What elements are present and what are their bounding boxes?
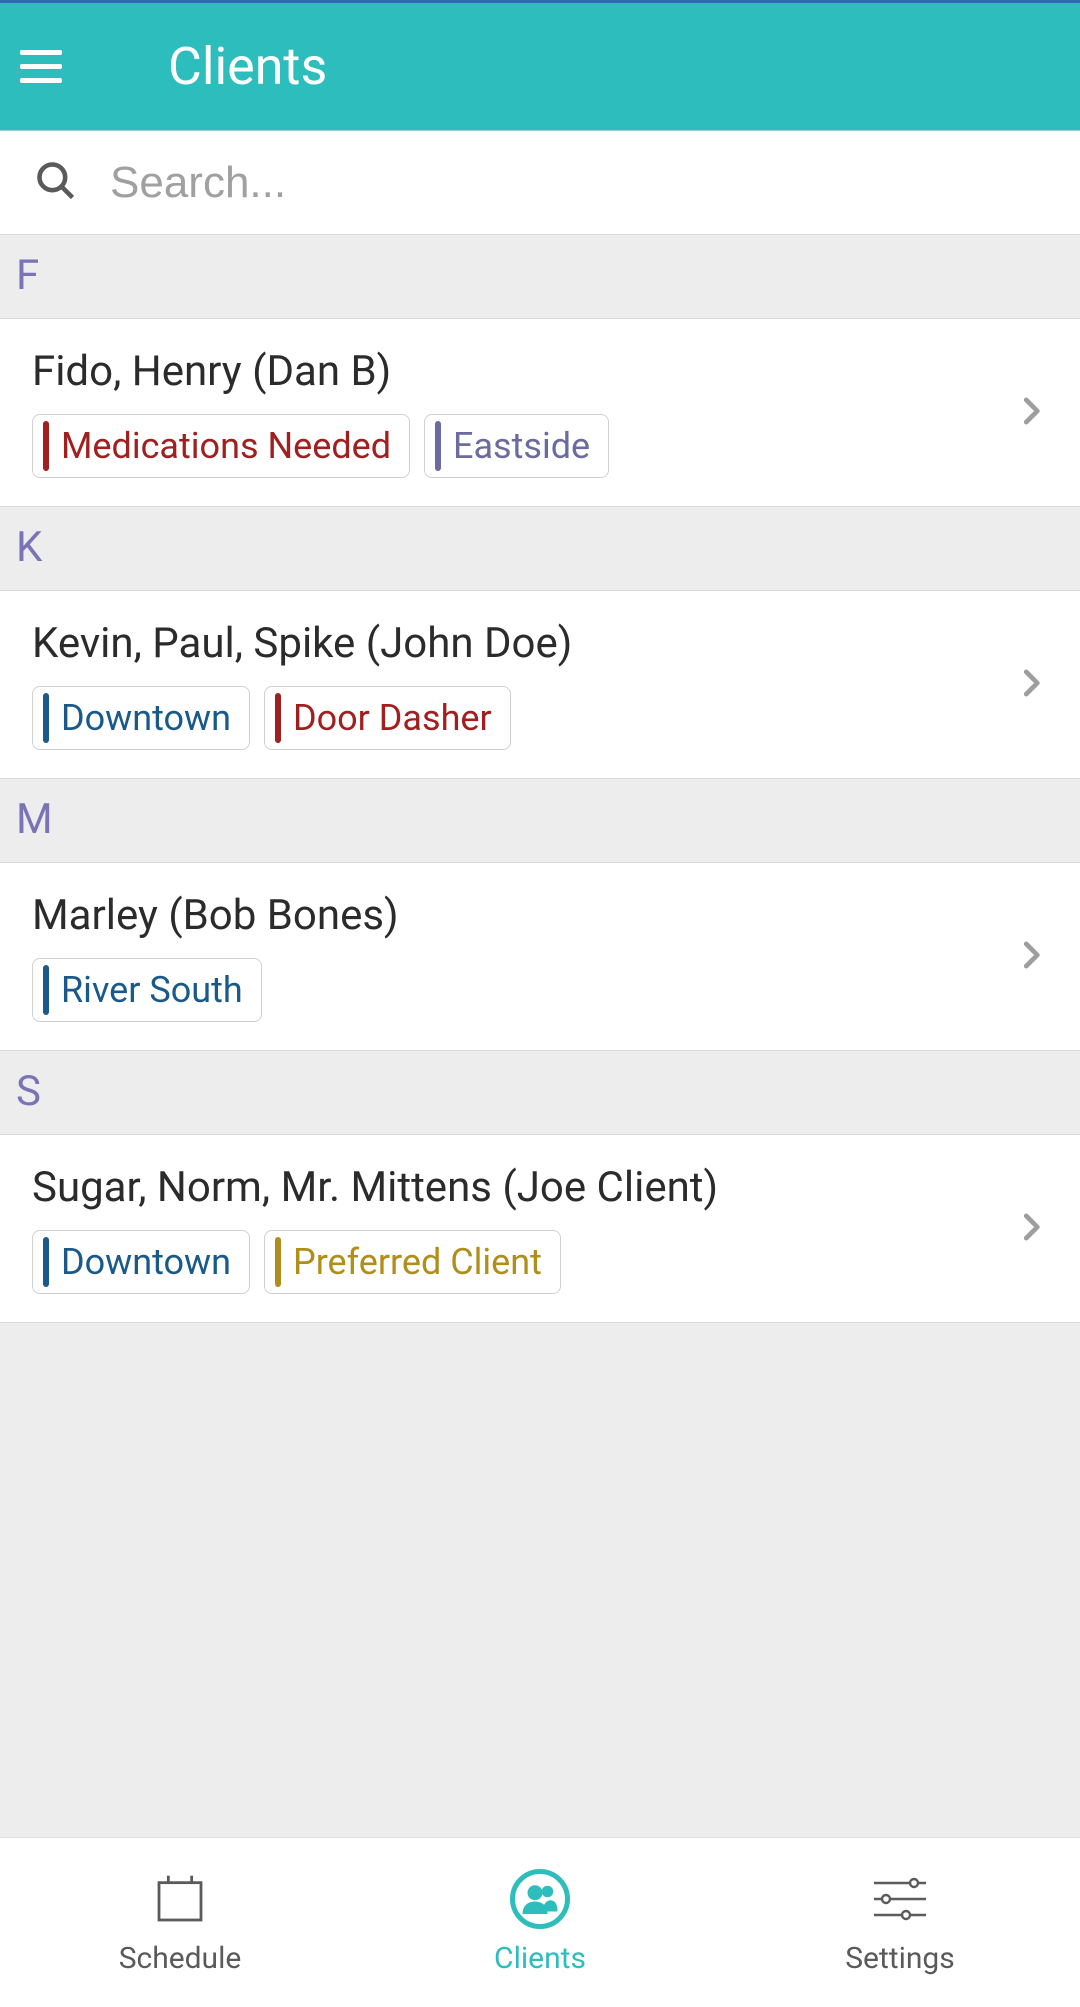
chevron-right-icon	[1012, 1208, 1050, 1250]
client-row[interactable]: Sugar, Norm, Mr. Mittens (Joe Client) Dow…	[0, 1135, 1080, 1323]
client-name: Fido, Henry (Dan B)	[32, 347, 1012, 396]
client-list: F Fido, Henry (Dan B) Medications Needed Ea…	[0, 235, 1080, 1837]
nav-settings[interactable]: Settings	[720, 1838, 1080, 2007]
tag-stripe	[43, 693, 49, 743]
tag-list: Downtown Preferred Client	[32, 1230, 1012, 1294]
client-name: Sugar, Norm, Mr. Mittens (Joe Client)	[32, 1163, 1012, 1212]
header-bar: Clients	[0, 3, 1080, 131]
sliders-icon	[870, 1869, 930, 1929]
client-row[interactable]: Marley (Bob Bones) River South	[0, 863, 1080, 1051]
tag-label: Preferred Client	[293, 1241, 542, 1283]
tag-label: Eastside	[453, 425, 590, 467]
client-row-content: Kevin, Paul, Spike (John Doe) Downtown Doo…	[32, 619, 1012, 750]
bottom-nav: Schedule Clients	[0, 1837, 1080, 2007]
nav-clients-label: Clients	[494, 1941, 586, 1976]
tag: Medications Needed	[32, 414, 410, 478]
tag-list: River South	[32, 958, 1012, 1022]
section-header: S	[0, 1051, 1080, 1135]
client-row-content: Sugar, Norm, Mr. Mittens (Joe Client) Dow…	[32, 1163, 1012, 1294]
tag-label: Downtown	[61, 1241, 231, 1283]
tag-stripe	[275, 693, 281, 743]
tag: Eastside	[424, 414, 609, 478]
nav-settings-label: Settings	[845, 1941, 955, 1976]
search-icon	[34, 159, 78, 207]
tag: Downtown	[32, 686, 250, 750]
client-row[interactable]: Kevin, Paul, Spike (John Doe) Downtown Doo…	[0, 591, 1080, 779]
chevron-right-icon	[1012, 936, 1050, 978]
search-bar[interactable]	[0, 131, 1080, 235]
tag-stripe	[43, 965, 49, 1015]
client-name: Kevin, Paul, Spike (John Doe)	[32, 619, 1012, 668]
tag-label: River South	[61, 969, 243, 1011]
hamburger-line	[20, 64, 62, 69]
client-name: Marley (Bob Bones)	[32, 891, 1012, 940]
tag: Preferred Client	[264, 1230, 561, 1294]
tag-list: Medications Needed Eastside	[32, 414, 1012, 478]
tag-label: Medications Needed	[61, 425, 391, 467]
client-row-content: Marley (Bob Bones) River South	[32, 891, 1012, 1022]
hamburger-line	[20, 50, 62, 55]
section-header: K	[0, 507, 1080, 591]
tag-label: Door Dasher	[293, 697, 492, 739]
hamburger-line	[20, 78, 62, 83]
tag-list: Downtown Door Dasher	[32, 686, 1012, 750]
tag-stripe	[43, 1237, 49, 1287]
tag: Door Dasher	[264, 686, 511, 750]
tag-label: Downtown	[61, 697, 231, 739]
search-input[interactable]	[110, 158, 1046, 208]
page-title: Clients	[168, 36, 327, 97]
calendar-icon	[152, 1869, 208, 1929]
app-root: Clients F Fido, Henry (Dan B) Medications …	[0, 0, 1080, 2007]
nav-clients[interactable]: Clients	[360, 1838, 720, 2007]
tag-stripe	[43, 421, 49, 471]
chevron-right-icon	[1012, 664, 1050, 706]
client-row[interactable]: Fido, Henry (Dan B) Medications Needed Eas…	[0, 319, 1080, 507]
nav-schedule-label: Schedule	[119, 1941, 242, 1976]
section-header: M	[0, 779, 1080, 863]
tag: River South	[32, 958, 262, 1022]
tag-stripe	[435, 421, 441, 471]
tag: Downtown	[32, 1230, 250, 1294]
client-row-content: Fido, Henry (Dan B) Medications Needed Eas…	[32, 347, 1012, 478]
nav-schedule[interactable]: Schedule	[0, 1838, 360, 2007]
tag-stripe	[275, 1237, 281, 1287]
section-header: F	[0, 235, 1080, 319]
chevron-right-icon	[1012, 392, 1050, 434]
people-icon	[510, 1869, 570, 1929]
menu-button[interactable]	[20, 42, 70, 92]
